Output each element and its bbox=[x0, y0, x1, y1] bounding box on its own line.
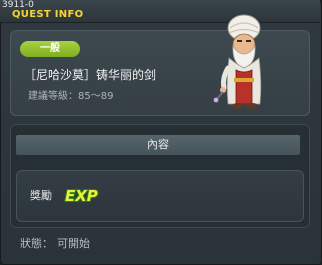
quest-type-badge: 一般 bbox=[20, 41, 80, 57]
status-label: 狀態： bbox=[20, 237, 53, 250]
reward-box bbox=[16, 170, 304, 222]
old-man-npc-icon bbox=[213, 14, 262, 109]
exp-icon: EXP bbox=[64, 186, 99, 205]
content-header: 內容 bbox=[16, 135, 300, 155]
status-value: 可開始 bbox=[57, 237, 90, 250]
recommended-level: 建議等級：85～89 bbox=[28, 91, 114, 102]
reward-label: 獎勵 bbox=[30, 189, 52, 202]
window-title: QUEST INFO bbox=[12, 9, 84, 20]
quest-name: ［尼哈沙莫］铸华丽的剑 bbox=[24, 68, 157, 82]
exp-icon-text: EXP bbox=[65, 187, 98, 205]
